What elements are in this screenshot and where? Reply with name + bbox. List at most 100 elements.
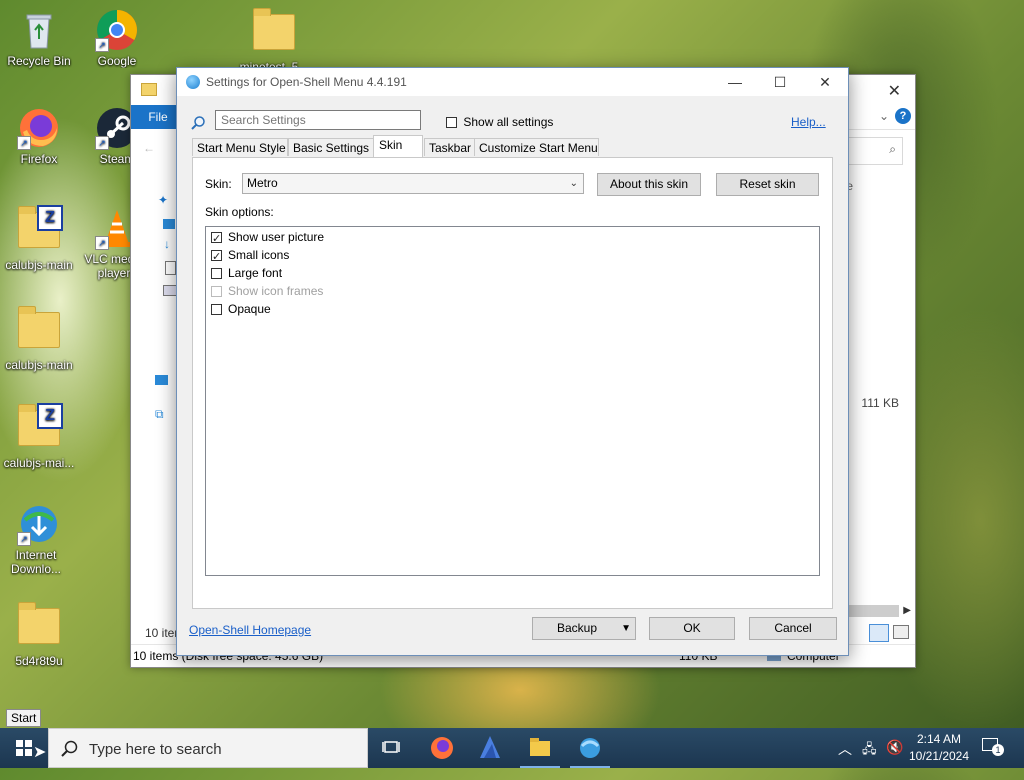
checkbox-box[interactable] <box>446 117 457 129</box>
file-explorer-icon <box>530 738 550 756</box>
skin-label: Skin: <box>205 177 232 191</box>
mouse-cursor-icon: ➤ <box>33 744 47 761</box>
firefox-icon <box>431 737 453 759</box>
desktop-icon-calubjs-zip2[interactable]: Z calubjs-mai... <box>1 403 77 470</box>
desktop-nav-icon[interactable] <box>163 219 175 229</box>
checkbox-checked[interactable] <box>211 230 222 248</box>
shortcut-arrow-icon: ↗ <box>17 532 31 546</box>
close-button[interactable]: ✕ <box>802 68 848 96</box>
tab-customize-start-menu[interactable]: Customize Start Menu <box>474 138 599 156</box>
scroll-right-icon[interactable]: ▶ <box>903 605 911 616</box>
tab-taskbar[interactable]: Taskbar <box>424 138 476 156</box>
file-size: 111 KB <box>861 396 899 410</box>
desktop-icon-chrome[interactable]: ↗ Google Chrome <box>79 8 155 68</box>
option-label: Small icons <box>228 248 290 262</box>
notifications-button[interactable]: 1 <box>982 738 1004 756</box>
start-tooltip: Start <box>6 709 42 727</box>
skin-dropdown[interactable]: Metro ⌄ <box>242 173 584 194</box>
back-arrow-icon[interactable]: ← <box>143 141 155 155</box>
option-show-user-picture[interactable]: Show user picture <box>211 228 324 248</box>
taskbar: ➤ Type here to search ︿ 🖧 🔇 2:14 AM 10/2… <box>0 728 1024 768</box>
option-opaque[interactable]: Opaque <box>211 300 271 318</box>
desktop-icon-calubjs-folder[interactable]: calubjs-main <box>1 306 77 372</box>
dialog-titlebar[interactable]: Settings for Open-Shell Menu 4.4.191 — ☐… <box>177 68 848 96</box>
cancel-button[interactable]: Cancel <box>749 617 837 640</box>
explorer-search-box[interactable]: ⌕ <box>841 137 903 165</box>
pictures-nav-icon[interactable] <box>163 285 177 296</box>
shortcut-arrow-icon: ↗ <box>95 136 109 150</box>
checkbox-unchecked[interactable] <box>211 304 222 316</box>
desktop-icon-idm[interactable]: ↗ Internet Downlo... <box>1 502 77 576</box>
desktop-icon-5d4r8t9u[interactable]: 5d4r8t9u <box>1 602 77 668</box>
tab-start-menu-style[interactable]: Start Menu Style <box>192 138 288 156</box>
volume-muted-icon[interactable]: 🔇 <box>886 739 903 779</box>
tab-basic-settings[interactable]: Basic Settings <box>288 138 374 156</box>
this-pc-nav-icon[interactable] <box>155 375 168 385</box>
about-this-skin-button[interactable]: About this skin <box>597 173 701 196</box>
desktop-icon-label: calubjs-main <box>5 258 73 272</box>
chevron-up-icon[interactable]: ︿ <box>838 739 852 779</box>
maximize-button[interactable]: ☐ <box>757 68 803 96</box>
search-icon <box>61 740 78 757</box>
network-icon[interactable]: 🖧 <box>862 740 877 780</box>
firefox-icon: ↗ <box>17 106 61 150</box>
folder-icon <box>141 83 157 96</box>
windows-logo-icon <box>16 740 32 756</box>
backup-label: Backup <box>557 621 598 635</box>
zip-folder-icon: Z <box>17 403 63 454</box>
desktop-icon-calubjs-zip[interactable]: Z calubjs-main <box>1 205 77 272</box>
task-view-button[interactable] <box>372 732 412 764</box>
checkbox-disabled <box>211 286 222 298</box>
desktop-icon-minetest[interactable]: minetest_5... <box>236 8 312 68</box>
desktop-icon-recycle-bin[interactable]: Recycle Bin <box>1 8 77 68</box>
taskbar-search-box[interactable]: Type here to search <box>48 728 368 768</box>
details-view-icon[interactable] <box>869 624 889 642</box>
open-shell-icon <box>580 738 600 758</box>
desktop-icon-label: calubjs-main <box>5 358 73 372</box>
desktop-icon-label: Google Chrome <box>97 54 137 68</box>
pin-icon[interactable]: ✦ <box>158 193 168 207</box>
chevron-down-icon[interactable]: ⌄ <box>879 109 889 123</box>
skin-selected-value: Metro <box>247 176 278 190</box>
skin-panel: Skin: Metro ⌄ About this skin Reset skin… <box>192 157 833 609</box>
minimize-button[interactable]: — <box>712 68 758 96</box>
downloads-nav-icon[interactable]: ↓ <box>164 237 170 251</box>
show-all-settings-checkbox[interactable]: Show all settings <box>446 115 553 129</box>
desktop-icon-firefox[interactable]: ↗ Firefox <box>1 106 77 166</box>
zip-folder-icon: Z <box>17 205 63 256</box>
taskbar-firefox[interactable] <box>422 732 462 764</box>
large-icons-view-icon[interactable] <box>893 625 909 639</box>
show-all-settings-label: Show all settings <box>463 115 554 129</box>
reset-skin-button[interactable]: Reset skin <box>716 173 819 196</box>
search-icon <box>191 116 205 130</box>
taskbar-app-blue[interactable] <box>470 732 510 764</box>
horizontal-scrollbar[interactable] <box>849 605 899 617</box>
search-icon: ⌕ <box>889 142 896 156</box>
backup-button[interactable]: Backup ▼ <box>532 617 636 640</box>
clock[interactable]: 2:14 AM 10/21/2024 <box>905 728 973 768</box>
documents-nav-icon[interactable] <box>165 261 176 275</box>
tab-skin[interactable]: Skin <box>373 135 423 157</box>
internet-download-manager-icon: ↗ <box>17 502 61 546</box>
ok-button[interactable]: OK <box>649 617 735 640</box>
option-label: Opaque <box>228 302 271 316</box>
close-icon[interactable]: ✕ <box>888 81 901 101</box>
checkbox-checked[interactable] <box>211 248 222 266</box>
skin-options-label: Skin options: <box>205 205 274 219</box>
option-show-icon-frames: Show icon frames <box>211 282 323 300</box>
checkbox-unchecked[interactable] <box>211 268 222 280</box>
dialog-title: Settings for Open-Shell Menu 4.4.191 <box>206 75 407 89</box>
desktop-icon-label: Internet Downlo... <box>10 548 62 576</box>
option-small-icons[interactable]: Small icons <box>211 246 290 266</box>
taskbar-file-explorer[interactable] <box>520 732 560 768</box>
open-shell-homepage-link[interactable]: Open-Shell Homepage <box>189 623 311 637</box>
network-nav-icon[interactable]: ⧉ <box>155 407 164 422</box>
start-button[interactable]: ➤ <box>0 728 48 768</box>
shortcut-arrow-icon: ↗ <box>95 38 109 52</box>
taskbar-open-shell[interactable] <box>570 732 610 768</box>
settings-dialog[interactable]: Settings for Open-Shell Menu 4.4.191 — ☐… <box>176 67 849 656</box>
help-link[interactable]: Help... <box>791 115 826 129</box>
option-large-font[interactable]: Large font <box>211 264 282 282</box>
search-settings-input[interactable] <box>215 110 421 130</box>
help-icon[interactable]: ? <box>895 108 911 124</box>
